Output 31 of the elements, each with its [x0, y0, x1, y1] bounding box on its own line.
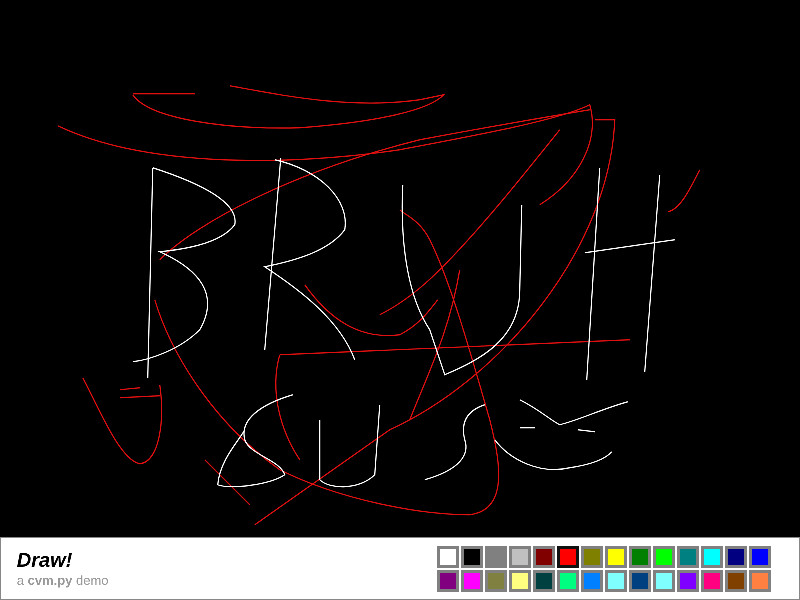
- color-swatch[interactable]: [581, 570, 603, 592]
- drawing-canvas[interactable]: [0, 0, 800, 537]
- color-swatch[interactable]: [509, 570, 531, 592]
- color-swatch[interactable]: [653, 546, 675, 568]
- color-swatch[interactable]: [509, 546, 531, 568]
- color-swatch[interactable]: [725, 570, 747, 592]
- app-title: Draw!: [17, 548, 74, 572]
- color-swatch[interactable]: [653, 570, 675, 592]
- color-swatch[interactable]: [533, 546, 555, 568]
- color-swatch[interactable]: [677, 546, 699, 568]
- color-swatch[interactable]: [725, 546, 747, 568]
- color-swatch[interactable]: [437, 546, 459, 568]
- color-swatch[interactable]: [533, 570, 555, 592]
- color-swatch[interactable]: [557, 546, 579, 568]
- color-swatch[interactable]: [629, 570, 651, 592]
- color-swatch[interactable]: [605, 546, 627, 568]
- color-swatch[interactable]: [701, 546, 723, 568]
- color-swatch[interactable]: [605, 570, 627, 592]
- color-swatch[interactable]: [749, 546, 771, 568]
- color-swatch[interactable]: [629, 546, 651, 568]
- color-swatch[interactable]: [677, 570, 699, 592]
- color-swatch[interactable]: [581, 546, 603, 568]
- color-swatch[interactable]: [461, 546, 483, 568]
- color-swatch[interactable]: [749, 570, 771, 592]
- color-swatch[interactable]: [701, 570, 723, 592]
- color-swatch[interactable]: [437, 570, 459, 592]
- color-swatch[interactable]: [461, 570, 483, 592]
- color-swatch[interactable]: [557, 570, 579, 592]
- color-swatch[interactable]: [485, 570, 507, 592]
- app-subtitle: a cvm.py demo: [17, 572, 109, 588]
- color-swatch[interactable]: [485, 546, 507, 568]
